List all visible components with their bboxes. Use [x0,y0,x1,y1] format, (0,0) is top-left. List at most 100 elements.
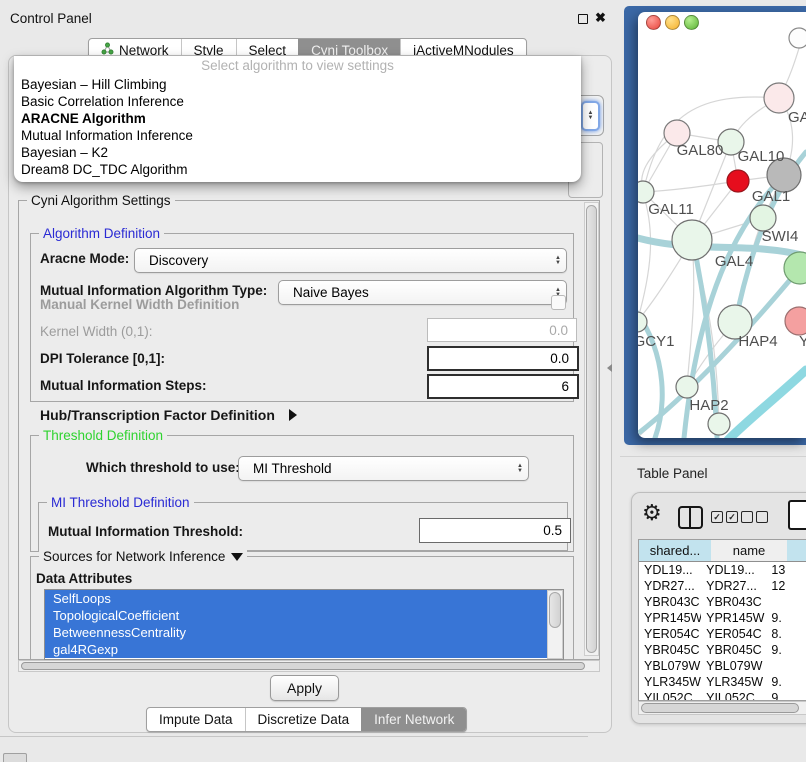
node-label: GAL [788,109,806,126]
mi-type-select[interactable]: Naive Bayes ▲▼ [278,280,567,305]
tab-impute-data[interactable]: Impute Data [147,708,245,731]
algorithm-option[interactable]: Bayesian – K2 [14,144,581,161]
table-row[interactable]: YBL079WYBL079W [639,658,806,674]
data-attributes-list[interactable]: SelfLoopsTopologicalCoefficientBetweenne… [44,589,564,660]
hub-definition-toggle[interactable]: Hub/Transcription Factor Definition [40,407,297,423]
table-row[interactable]: YDR27...YDR27...12 [639,578,806,594]
table-row[interactable]: YBR045CYBR045C9. [639,642,806,658]
table-cell: YPR145W [701,610,766,626]
spinner-arrows-icon: ▲▼ [583,111,599,121]
algorithm-option[interactable]: Dream8 DC_TDC Algorithm [14,161,581,178]
dpi-tolerance-field[interactable]: 0.0 [427,346,579,371]
table-cell: YIL052C [701,690,766,701]
attributes-scrollbar-thumb[interactable] [549,592,561,628]
network-edge[interactable] [728,370,806,438]
node-label: HAP2 [689,397,728,414]
table-panel-title: Table Panel [637,466,708,481]
mi-steps-label: Mutual Information Steps: [40,378,207,393]
close-icon[interactable]: ✖ [595,10,606,26]
network-edge[interactable] [643,181,738,192]
table-row[interactable]: YPR145WYPR145W9. [639,610,806,626]
float-window-icon[interactable] [578,14,588,24]
new-table-icon[interactable] [788,500,806,530]
select-all-checkboxes-icon[interactable]: ✓✓ [711,511,741,529]
settings-scrollbar-track[interactable] [584,202,599,656]
data-attribute-item[interactable]: SelfLoops [45,590,563,607]
table-row[interactable]: YLR345WYLR345W9. [639,674,806,690]
table-cell: YER054C [639,626,701,642]
table-cell: YDL19... [701,562,766,578]
algorithm-option[interactable]: ARACNE Algorithm [14,110,581,127]
table-hscrollbar-track[interactable] [638,701,806,715]
table-row[interactable]: YDL19...YDL19...13 [639,562,806,578]
focused-spinner-fragment[interactable]: ▲▼ [581,101,600,131]
table-cell: 12 [766,578,806,594]
network-node[interactable] [789,28,806,48]
aracne-mode-select[interactable]: Discovery ▲▼ [134,248,567,273]
table-cell: 9. [766,610,806,626]
settings-hscrollbar-track[interactable] [18,660,600,672]
node-label: GCY1 [638,333,674,350]
table-cell: YPR145W [639,610,701,626]
network-node[interactable] [785,307,806,335]
hub-definition-label: Hub/Transcription Factor Definition [40,407,275,423]
table-cell: YDR27... [701,578,766,594]
kernel-width-field[interactable]: 0.0 [427,318,577,342]
manual-kernel-checkbox[interactable] [551,295,566,310]
network-node[interactable] [727,170,749,192]
expanded-arrow-icon[interactable] [231,553,243,561]
splitter-handle-icon[interactable] [607,364,612,372]
network-node[interactable] [638,181,654,203]
clear-checkboxes-icon[interactable] [741,511,771,529]
algorithm-option[interactable]: Bayesian – Hill Climbing [14,76,581,93]
table-cell [766,594,806,610]
algorithm-option[interactable]: Mutual Information Inference [14,127,581,144]
table-cell: YLR345W [639,674,701,690]
node-label: SWI4 [762,228,799,245]
data-attribute-item[interactable]: gal4RGexp [45,641,563,658]
gear-icon[interactable]: ⚙ [642,501,662,525]
node-label: GAL10 [738,148,785,165]
collapsed-arrow-icon[interactable] [289,409,297,421]
table-row[interactable]: YER054CYER054C8. [639,626,806,642]
node-label: GAL4 [715,253,753,270]
network-window[interactable]: GALGAL80GAL10GAL11GAL1SWI4GAL4GCY1HAP4YH… [638,12,806,438]
column-header[interactable]: shared... [639,540,712,562]
tab-discretize-data[interactable]: Discretize Data [245,708,362,731]
table-row[interactable]: YBR043CYBR043C [639,594,806,610]
settings-hscrollbar-thumb[interactable] [21,662,585,670]
algorithm-option[interactable]: Basic Correlation Inference [14,93,581,110]
attributes-scrollbar-track[interactable] [547,590,563,659]
apply-button[interactable]: Apply [270,675,339,701]
mi-threshold-field[interactable]: 0.5 [419,518,571,543]
app-root: { "control_panel": { "title": "Control P… [0,0,806,762]
data-attribute-item[interactable]: TopologicalCoefficient [45,607,563,624]
table-cell: YBR043C [701,594,766,610]
node-table[interactable]: shared...nameYDL19...YDL19...13YDR27...Y… [638,539,806,701]
network-canvas[interactable]: GALGAL80GAL10GAL11GAL1SWI4GAL4GCY1HAP4YH… [638,12,806,438]
network-node[interactable] [708,413,730,435]
cyni-mode-tabs: Impute Data Discretize Data Infer Network [146,707,467,732]
network-node[interactable] [672,220,712,260]
table-hscrollbar-thumb[interactable] [641,703,799,713]
table-cell: YER054C [701,626,766,642]
tab-infer-network[interactable]: Infer Network [361,708,466,731]
table-row[interactable]: YIL052CYIL052C9. [639,690,806,701]
column-header[interactable]: name [711,540,788,562]
mi-steps-field[interactable]: 6 [427,374,579,399]
network-node[interactable] [676,376,698,398]
mi-type-value: Naive Bayes [279,285,550,300]
settings-scrollbar-thumb[interactable] [586,205,597,653]
table-cell: YLR345W [701,674,766,690]
aracne-mode-label: Aracne Mode: [40,251,129,266]
which-threshold-value: MI Threshold [239,461,512,476]
column-header[interactable] [787,540,806,562]
which-threshold-select[interactable]: MI Threshold ▲▼ [238,456,529,481]
data-attribute-item[interactable]: BetweennessCentrality [45,624,563,641]
manual-kernel-label: Manual Kernel Width Definition [40,297,239,312]
network-node[interactable] [784,252,806,284]
sources-title[interactable]: Sources for Network Inference [39,549,247,564]
split-columns-icon[interactable] [678,506,703,529]
minimized-panel-chip[interactable] [3,753,27,762]
tab-label: Discretize Data [258,708,350,731]
